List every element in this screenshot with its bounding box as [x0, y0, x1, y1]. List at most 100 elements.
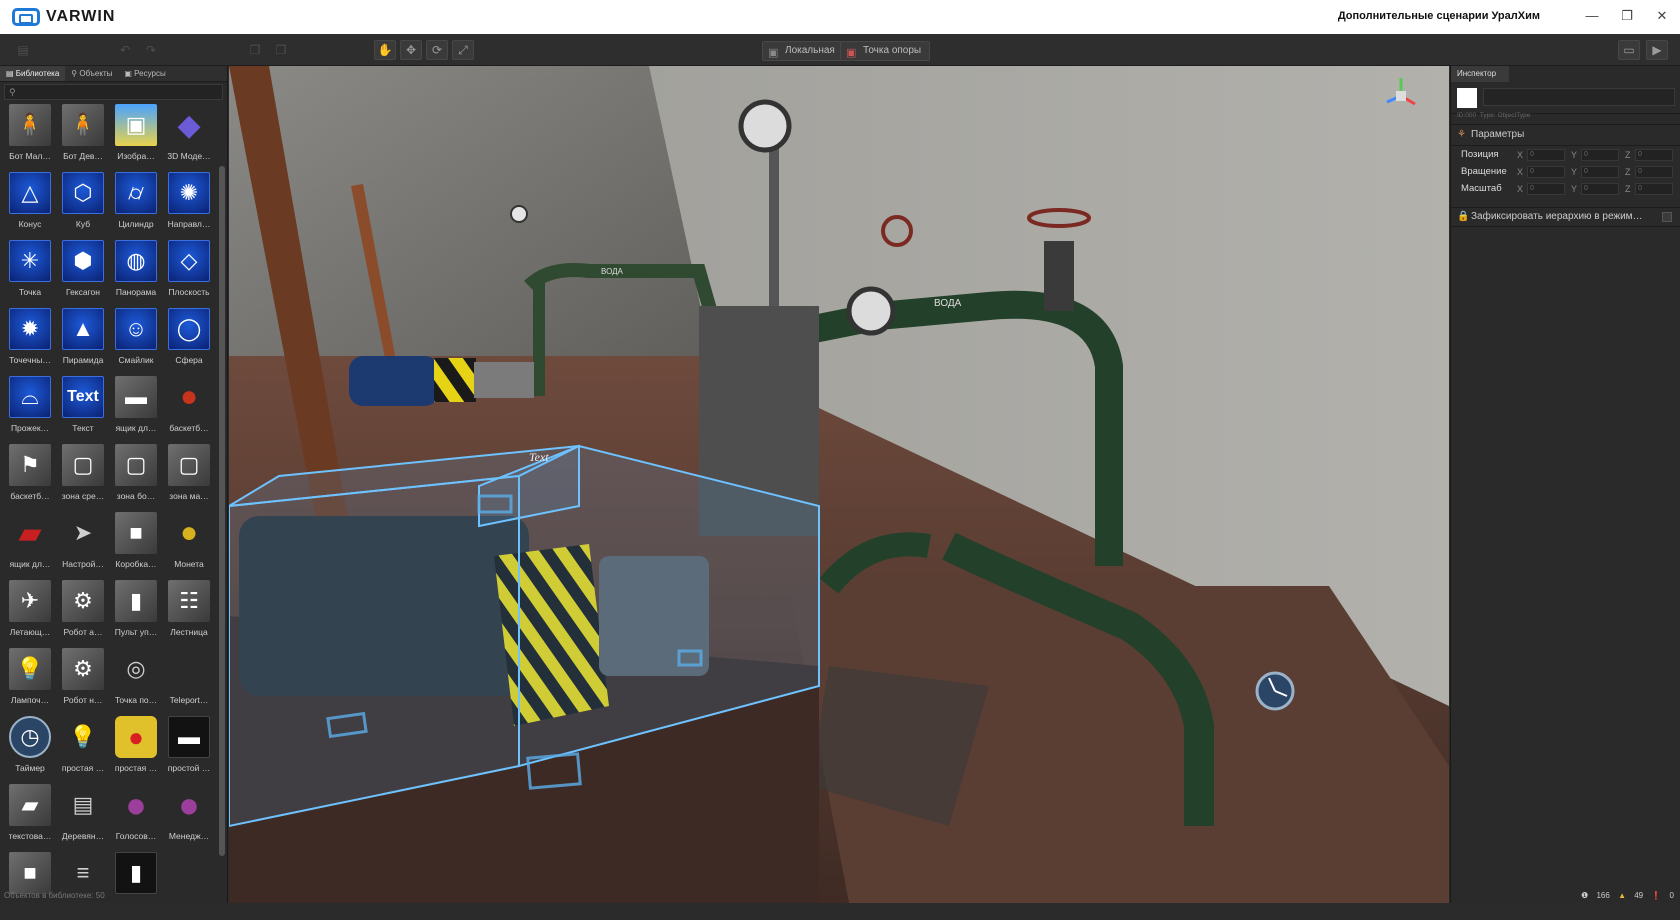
undo-icon[interactable]: ↶ [114, 40, 136, 60]
library-item[interactable]: 🧍 Бот Дев… [57, 104, 109, 172]
library-item[interactable]: ◇ Плоскость [163, 240, 215, 308]
scene-text-label[interactable]: Text [529, 450, 549, 464]
library-item[interactable]: Text Текст [57, 376, 109, 444]
pivot-button[interactable]: ▣ Точка опоры [840, 41, 931, 61]
library-item[interactable]: ✈ Летающ… [4, 580, 56, 648]
library-item[interactable]: ■ [4, 852, 56, 920]
library-item[interactable]: ✹ Точечны… [4, 308, 56, 376]
library-item[interactable]: ⌭ Цилиндр [110, 172, 162, 240]
redo-icon[interactable]: ↷ [140, 40, 162, 60]
vr-headset-icon[interactable]: ▭ [1618, 40, 1640, 60]
minimize-button[interactable]: — [1580, 6, 1604, 26]
library-item[interactable]: 💡 простая … [57, 716, 109, 784]
library-item[interactable]: ● Голосов… [110, 784, 162, 852]
box-icon: ▬ [115, 376, 157, 418]
library-item-label: ящик дл… [9, 559, 51, 569]
lock-hierarchy-checkbox[interactable] [1662, 212, 1672, 222]
library-item[interactable]: ☷ Лестница [163, 580, 215, 648]
tab-inspector[interactable]: Инспектор [1451, 66, 1509, 82]
error-count[interactable]: ❗ 0 [1651, 891, 1674, 900]
library-item[interactable]: ⬢ Гексагон [57, 240, 109, 308]
library-item[interactable]: ▣ Изобра… [110, 104, 162, 172]
scale-tool-icon[interactable]: ⤢ [452, 40, 474, 60]
library-tabs: ▤ Библиотека ⚲ Объекты ▣ Ресурсы [0, 66, 227, 82]
drone-icon: ✈ [9, 580, 51, 622]
library-item[interactable]: ▢ зона сре… [57, 444, 109, 512]
tab-library[interactable]: ▤ Библиотека [0, 66, 66, 81]
library-item[interactable]: ■ Коробка… [110, 512, 162, 580]
z-field[interactable]: 0 [1635, 148, 1673, 161]
x-field[interactable]: 0 [1527, 165, 1565, 178]
warning-count[interactable]: ▲ 49 [1618, 891, 1643, 900]
object-name-field[interactable] [1483, 88, 1675, 106]
library-item[interactable]: ⚙ Робот а… [57, 580, 109, 648]
lock-hierarchy-row[interactable]: 🔒 Зафиксировать иерархию в режим… [1451, 207, 1680, 227]
close-button[interactable]: ✕ [1650, 6, 1674, 26]
paste-icon[interactable]: ❐ [270, 40, 292, 60]
preview-icon[interactable]: ▶ [1646, 40, 1668, 60]
library-item[interactable]: ⚑ баскетб… [4, 444, 56, 512]
library-item[interactable]: ☺ Смайлик [110, 308, 162, 376]
restore-button[interactable]: ❐ [1615, 6, 1639, 26]
tab-resources[interactable]: ▣ Ресурсы [118, 66, 171, 81]
image-icon: ▣ [115, 104, 157, 146]
gate-valve [1044, 241, 1074, 311]
library-item[interactable]: ✳ Точка [4, 240, 56, 308]
library-item[interactable]: ⌓ Прожек… [4, 376, 56, 444]
x-field[interactable]: 0 [1527, 182, 1565, 195]
library-item[interactable]: △ Конус [4, 172, 56, 240]
library-item[interactable]: ▢ зона ма… [163, 444, 215, 512]
library-item[interactable]: ● Менедж… [163, 784, 215, 852]
library-item[interactable]: ▬ простой … [163, 716, 215, 784]
local-space-button[interactable]: ▣ Локальная [762, 41, 844, 61]
library-item[interactable]: ⬡ Куб [57, 172, 109, 240]
library-item[interactable]: ◎ Точка по… [110, 648, 162, 716]
library-item-label: простая … [114, 763, 158, 773]
library-item[interactable]: Teleport… [163, 648, 215, 716]
library-item[interactable]: 🧍 Бот Мал… [4, 104, 56, 172]
library-item[interactable]: ◯ Сфера [163, 308, 215, 376]
library-item[interactable]: 💡 Лампоч… [4, 648, 56, 716]
move-tool-icon[interactable]: ✥ [400, 40, 422, 60]
library-item[interactable]: ▢ зона бо… [110, 444, 162, 512]
library-item-label: зона бо… [116, 491, 156, 501]
library-item[interactable]: ▮ Пульт уп… [110, 580, 162, 648]
z-field[interactable]: 0 [1635, 165, 1673, 178]
library-item[interactable]: ◷ Таймер [4, 716, 56, 784]
library-item[interactable]: ◍ Панорама [110, 240, 162, 308]
library-item[interactable]: ● Монета [163, 512, 215, 580]
y-field[interactable]: 0 [1581, 148, 1619, 161]
library-item[interactable]: ▰ текстова… [4, 784, 56, 852]
y-field[interactable]: 0 [1581, 182, 1619, 195]
library-item[interactable]: ▤ Деревян… [57, 784, 109, 852]
library-search-input[interactable]: ⚲ [4, 84, 223, 100]
axis-x-label: X [1517, 166, 1524, 177]
parameters-section[interactable]: ⚘ Параметры [1451, 124, 1680, 146]
library-item[interactable]: ✺ Направл… [163, 172, 215, 240]
scene-viewport[interactable]: ВОДА ВОДА Text [229, 66, 1449, 903]
library-item[interactable]: ⚙ Робот н… [57, 648, 109, 716]
library-item[interactable]: ➤ Настрой… [57, 512, 109, 580]
hand-tool-icon[interactable]: ✋ [374, 40, 396, 60]
library-item[interactable] [163, 852, 215, 920]
rotate-tool-icon[interactable]: ⟳ [426, 40, 448, 60]
object-color-swatch[interactable] [1457, 88, 1477, 108]
x-field[interactable]: 0 [1527, 148, 1565, 161]
save-icon[interactable]: ▤ [12, 40, 34, 60]
library-item-label: Голосов… [115, 831, 157, 841]
z-field[interactable]: 0 [1635, 182, 1673, 195]
library-item[interactable]: ▲ Пирамида [57, 308, 109, 376]
library-item[interactable]: ● баскетб… [163, 376, 215, 444]
library-item[interactable]: ≡ [57, 852, 109, 920]
scene-render[interactable]: ВОДА ВОДА Text [229, 66, 1449, 903]
copy-icon[interactable]: ❐ [244, 40, 266, 60]
library-scrollbar[interactable] [219, 166, 225, 856]
library-item[interactable]: ◆ 3D Моде… [163, 104, 215, 172]
library-item[interactable]: ▰ ящик дл… [4, 512, 56, 580]
library-item[interactable]: ▮ [110, 852, 162, 920]
y-field[interactable]: 0 [1581, 165, 1619, 178]
info-count[interactable]: ❶ 166 [1581, 891, 1610, 900]
library-item[interactable]: ● простая … [110, 716, 162, 784]
tab-objects[interactable]: ⚲ Объекты [65, 66, 118, 81]
library-item[interactable]: ▬ ящик дл… [110, 376, 162, 444]
